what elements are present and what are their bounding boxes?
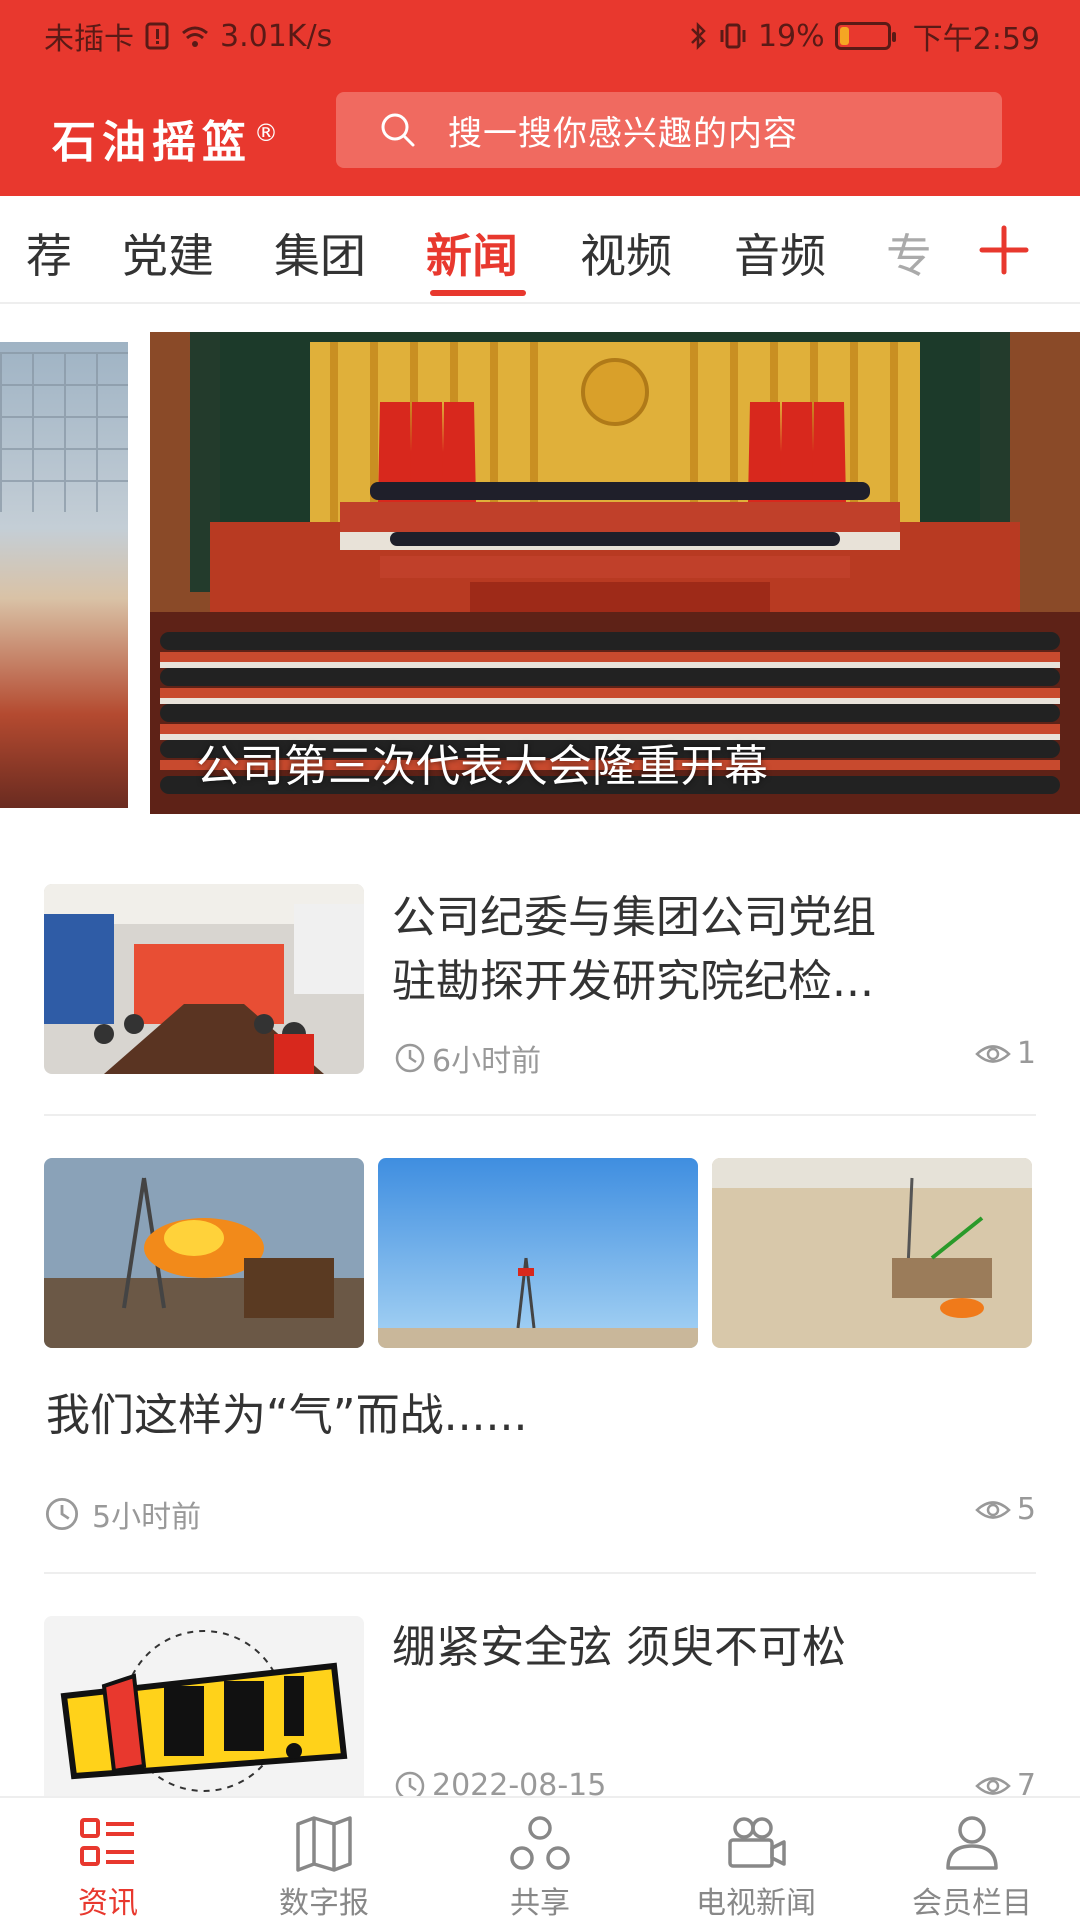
status-time: 下午2:59	[912, 22, 1040, 57]
news-item-3-views-count: 7	[1016, 1768, 1036, 1796]
tab-party-building[interactable]: 党建	[122, 220, 214, 286]
news-item-2-image-1	[44, 1158, 364, 1348]
vibrate-icon	[720, 23, 746, 49]
share-nodes-icon	[510, 1816, 570, 1870]
news-item-3-time: 2022-08-15	[394, 1768, 606, 1796]
network-speed: 3.01K/s	[220, 18, 333, 54]
news-item-1-image	[44, 884, 364, 1074]
news-item-2-views-count: 5	[1016, 1492, 1036, 1527]
nav-digital-paper-label: 数字报	[279, 1886, 369, 1920]
news-item-2-time: 5小时前	[44, 1492, 201, 1536]
news-item-1[interactable]: 公司纪委与集团公司党组 驻勘探开发研究院纪检... 6小时前 1	[44, 884, 1036, 1079]
battery-fill	[839, 27, 850, 45]
tab-video[interactable]: 视频	[580, 220, 672, 286]
carrier-text: 未插卡	[44, 22, 134, 57]
eye-icon	[975, 1500, 1011, 1519]
tab-audio[interactable]: 音频	[734, 220, 826, 286]
news-item-1-title-line1: 公司纪委与集团公司党组	[392, 892, 876, 943]
eye-icon	[975, 1776, 1011, 1795]
list-icon	[80, 1818, 134, 1866]
active-tab-indicator	[430, 290, 526, 296]
banner-carousel[interactable]: 公司第三次代表大会隆重开幕	[0, 332, 1080, 814]
news-item-2-views: 5	[975, 1492, 1036, 1527]
nav-tv-news[interactable]: 电视新闻	[666, 1814, 846, 1920]
divider	[44, 1572, 1036, 1574]
clock-icon	[45, 1497, 79, 1531]
news-item-2-title: 我们这样为“气”而战......	[46, 1390, 528, 1441]
nav-member[interactable]: 会员栏目	[882, 1814, 1062, 1920]
news-item-2[interactable]: 我们这样为“气”而战...... 5小时前 5	[44, 1158, 1036, 1540]
bottom-navigation: 资讯 数字报 共享 电视新闻 会员栏目	[0, 1796, 1080, 1920]
previous-slide-image[interactable]	[0, 342, 128, 808]
news-item-1-title-line2: 驻勘探开发研究院纪检...	[392, 956, 874, 1007]
news-item-2-image-3	[712, 1158, 1032, 1348]
news-item-1-time: 6小时前	[394, 1036, 541, 1080]
status-right: 19% 下午2:59	[688, 14, 1040, 58]
newspaper-icon	[296, 1816, 352, 1872]
status-bar: 未插卡 3.01K/s 19% 下午2:59	[0, 0, 1080, 66]
divider	[44, 1114, 1036, 1116]
nav-share-label: 共享	[510, 1886, 570, 1920]
nav-digital-paper[interactable]: 数字报	[234, 1814, 414, 1920]
nav-news-info-label: 资讯	[78, 1886, 138, 1920]
trademark-mark: ®	[254, 119, 278, 148]
search-placeholder: 搜一搜你感兴趣的内容	[448, 113, 798, 154]
banner-slide-image[interactable]: 公司第三次代表大会隆重开幕	[150, 332, 1080, 814]
app-root: 未插卡 3.01K/s 19% 下午2:59 石油摇篮® 搜一搜你感兴趣的内容 …	[0, 0, 1080, 1920]
tab-recommend[interactable]: 荐	[26, 220, 72, 286]
news-item-2-image-2	[378, 1158, 698, 1348]
eye-icon	[975, 1044, 1011, 1063]
clock-icon	[395, 1771, 425, 1796]
tab-group[interactable]: 集团	[274, 220, 366, 286]
battery-percent: 19%	[757, 18, 825, 54]
news-item-1-time-text: 6小时前	[432, 1044, 542, 1079]
tab-special[interactable]: 专	[886, 220, 932, 286]
news-item-3-title: 绷紧安全弦 须臾不可松	[392, 1622, 846, 1673]
search-box[interactable]: 搜一搜你感兴趣的内容	[336, 92, 1002, 168]
news-item-3-views: 7	[975, 1768, 1036, 1796]
sim-alert-icon	[145, 22, 169, 50]
app-title-text: 石油摇篮	[52, 117, 252, 168]
tab-news[interactable]: 新闻	[426, 220, 518, 286]
news-item-1-title: 公司纪委与集团公司党组 驻勘探开发研究院纪检...	[392, 886, 1036, 1014]
bluetooth-icon	[691, 21, 706, 51]
wifi-icon	[182, 26, 208, 47]
nav-tv-news-label: 电视新闻	[696, 1886, 816, 1920]
news-item-1-views: 1	[975, 1036, 1036, 1071]
clock-icon	[395, 1043, 425, 1073]
news-item-3[interactable]: 绷紧安全弦 须臾不可松 2022-08-15 7	[44, 1616, 1036, 1796]
news-item-2-time-text: 5小时前	[92, 1500, 202, 1535]
news-item-1-views-count: 1	[1016, 1036, 1036, 1071]
battery-icon	[834, 22, 896, 50]
nav-share[interactable]: 共享	[450, 1814, 630, 1920]
app-bar: 石油摇篮® 搜一搜你感兴趣的内容	[0, 66, 1080, 196]
search-icon	[381, 113, 415, 147]
news-item-3-time-text: 2022-08-15	[432, 1768, 607, 1796]
nav-member-label: 会员栏目	[912, 1886, 1032, 1920]
header: 未插卡 3.01K/s 19% 下午2:59 石油摇篮® 搜一搜你感兴趣的内容	[0, 0, 1080, 196]
video-camera-icon	[728, 1817, 786, 1868]
news-item-3-image	[44, 1616, 364, 1796]
window-grid-decoration	[0, 352, 128, 512]
banner-caption: 公司第三次代表大会隆重开幕	[196, 741, 768, 792]
app-title: 石油摇篮®	[52, 106, 278, 170]
category-tabs: 荐 党建 集团 新闻 视频 音频 专	[0, 196, 1080, 304]
status-left: 未插卡 3.01K/s	[44, 14, 332, 58]
user-icon	[946, 1816, 998, 1870]
nav-news-info[interactable]: 资讯	[18, 1814, 198, 1920]
plus-icon[interactable]	[976, 222, 1032, 278]
